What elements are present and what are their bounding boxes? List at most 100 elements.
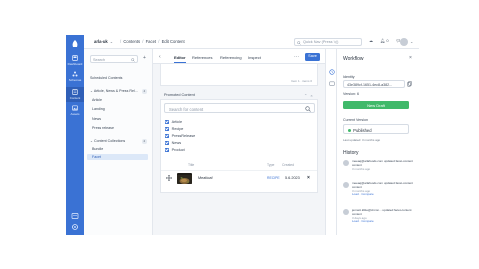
schema-item[interactable]: Press release — [92, 126, 114, 130]
schema-filter-checkbox[interactable]: PressRelease — [165, 134, 195, 138]
nav-item-content[interactable]: Content — [66, 87, 84, 102]
schema-count-badge: 2 — [142, 138, 147, 144]
schema-group[interactable]: ⌄ Article, News & Press Rel... 4 — [90, 88, 147, 94]
chevron-up-icon[interactable]: ⌃ — [304, 93, 307, 98]
tab-editor[interactable]: Editor — [174, 55, 186, 63]
nav-item-dashboard[interactable]: Dashboard — [66, 55, 84, 66]
schema-item[interactable]: News — [92, 117, 101, 121]
nav-rail: Dashboard Schemas Content Assets — [66, 35, 84, 235]
breadcrumb-contents[interactable]: Contents — [123, 39, 140, 44]
identity-label: Identity — [343, 75, 355, 79]
schema-filter-checkbox[interactable]: News — [165, 141, 181, 145]
chevron-down-icon: ⌄ — [109, 39, 114, 44]
bell-icon: 🔔︎ — [380, 38, 386, 43]
schema-item[interactable]: Bundle — [92, 147, 103, 151]
history-icon[interactable] — [329, 69, 335, 75]
schema-filter-checkbox[interactable]: Article — [165, 120, 182, 124]
tab-references[interactable]: References — [192, 55, 212, 60]
schema-item[interactable]: Landing — [92, 107, 105, 111]
row-type-badge: RECIPE — [267, 176, 280, 180]
search-icon — [297, 40, 301, 45]
content-editor: ‹ Editor References Referencing Inspect … — [153, 49, 325, 235]
pager-text: Item 1 · items 0 — [291, 79, 312, 83]
app-logo-icon[interactable] — [70, 39, 80, 49]
current-version-label: Current Version — [343, 118, 368, 122]
breadcrumb-facet[interactable]: Facet — [146, 39, 156, 44]
identity-field[interactable]: 43e389cf-1651-4ec8-a382... — [343, 80, 405, 88]
row-created: 5.6.2023 — [285, 176, 300, 180]
close-icon[interactable]: × — [310, 93, 312, 98]
history-title: History — [343, 150, 359, 156]
assets-icon — [72, 105, 78, 111]
content-thumbnail — [177, 172, 192, 184]
quick-nav-search[interactable]: Quick Nav (Press 'q') — [294, 38, 362, 46]
dashboard-icon — [72, 55, 78, 61]
reference-search-placeholder: Search for content — [169, 106, 204, 112]
last-updated-text: Last updated: 3 months ago — [343, 138, 381, 142]
nav-label: Dashboard — [67, 62, 83, 66]
settings-icon[interactable] — [71, 223, 79, 231]
history-text: meeaq@arlafoods.com updated facet-conten… — [352, 159, 413, 167]
side-tools — [325, 49, 337, 235]
history-text: jennett.klitte@circon... updated facet-c… — [352, 208, 412, 216]
user-avatar[interactable] — [400, 37, 408, 46]
new-draft-button[interactable]: New Draft — [343, 101, 409, 109]
column-header-created: Created — [282, 163, 295, 167]
remove-reference-icon[interactable]: × — [307, 175, 310, 181]
drag-handle-icon[interactable] — [166, 175, 172, 181]
notification-count: 0 — [386, 38, 389, 43]
schema-item[interactable]: Article — [92, 98, 102, 102]
history-text: meeaq@arlafoods.com updated facet-conten… — [352, 181, 413, 189]
back-arrow-icon[interactable]: ‹ — [159, 54, 161, 60]
schemas-icon — [72, 71, 78, 77]
tab-inspect[interactable]: Inspect — [248, 55, 261, 60]
checkbox-checked-icon — [165, 120, 169, 124]
column-header-type: Type — [267, 163, 275, 167]
search-icon — [305, 106, 311, 112]
cloud-icon[interactable]: ☁ — [369, 38, 373, 43]
chevron-down-icon[interactable]: ⌄ — [410, 39, 413, 44]
nav-label: Schemas — [68, 78, 82, 82]
schema-item[interactable]: Scheduled Contents — [90, 76, 122, 80]
search-icon — [131, 57, 135, 62]
reference-search-input[interactable]: Search for content — [164, 103, 315, 113]
tab-referencing[interactable]: Referencing — [220, 55, 242, 60]
column-header-title: Title — [188, 163, 195, 167]
table-row[interactable]: Meatloaf RECIPE 5.6.2023 × — [161, 170, 317, 184]
breadcrumb-current: Edit Content — [161, 39, 185, 44]
app-name: arla-uk — [94, 39, 108, 44]
add-schema-button[interactable]: + — [143, 55, 146, 61]
comments-icon[interactable] — [329, 81, 335, 87]
nav-label: Assets — [70, 112, 80, 116]
field-label: Promoted Content — [164, 93, 195, 97]
load-compare-links[interactable]: Load · Compare — [352, 193, 414, 197]
top-bar: arla-uk ⌄ / Contents / Facet / Edit Conte… — [84, 35, 419, 49]
schema-group[interactable]: ⌄ Content Collections 2 — [90, 138, 147, 144]
schema-search-input[interactable]: Search — [90, 55, 138, 63]
help-icon[interactable] — [71, 212, 79, 220]
schema-search-placeholder: Search — [93, 57, 106, 62]
avatar — [343, 182, 349, 188]
status-dot-icon — [348, 128, 351, 132]
more-options-button[interactable]: ··· — [294, 54, 299, 60]
workflow-title: Workflow — [343, 56, 364, 62]
nav-item-assets[interactable]: Assets — [66, 105, 84, 116]
row-title[interactable]: Meatloaf — [198, 176, 213, 180]
close-icon[interactable]: × — [409, 55, 412, 61]
field-controls: ⌃ × — [301, 93, 313, 98]
schema-filter-checkbox[interactable]: Recipe — [165, 127, 183, 131]
checkbox-checked-icon — [165, 134, 169, 138]
schemas-sidebar: Search + Scheduled Contents ⌄ Article, N… — [84, 49, 153, 235]
load-compare-links[interactable]: Load · Compare — [352, 220, 414, 224]
save-button[interactable]: Save — [305, 52, 320, 61]
schema-filter-checkbox[interactable]: Product — [165, 148, 185, 152]
copy-icon[interactable] — [407, 81, 412, 87]
app-selector[interactable]: arla-uk ⌄ — [94, 39, 113, 44]
schema-item-active[interactable]: Facet — [87, 154, 148, 160]
nav-item-schemas[interactable]: Schemas — [66, 71, 84, 82]
content-icon — [72, 89, 78, 95]
status-dropdown[interactable]: Published — [343, 124, 409, 134]
references-card: Search for content Article Recipe PressR… — [160, 99, 318, 193]
notifications-button[interactable]: 🔔︎ 0 — [380, 38, 388, 43]
editor-tabs: ‹ Editor References Referencing Inspect … — [153, 49, 325, 64]
